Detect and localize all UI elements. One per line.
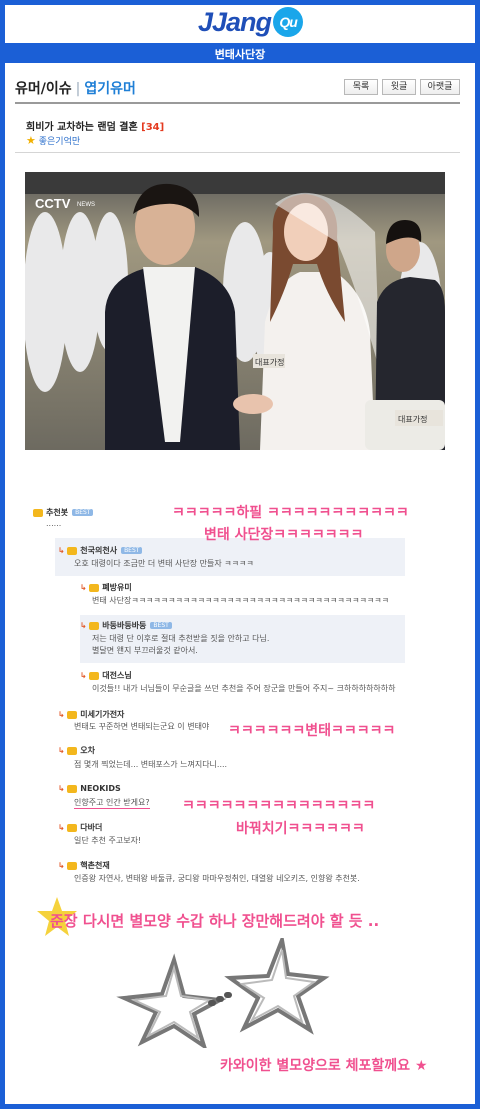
comment-text: 인향주고 인간 받게요? <box>74 798 150 809</box>
overlay-text: ㅋㅋㅋㅋㅋㅋㅋㅋㅋㅋㅋㅋㅋㅋㅋ <box>182 798 376 814</box>
overlay-text: ㅋㅋㅋㅋㅋㅋ변태ㅋㅋㅋㅋㅋ <box>228 723 396 739</box>
rank-icon <box>67 546 78 555</box>
reply-arrow-icon: ↳ <box>58 861 65 870</box>
rank-icon <box>67 823 78 832</box>
comment-item: ↳ 천국의천사 BEST <box>58 545 143 556</box>
best-badge: BEST <box>121 547 143 554</box>
list-button[interactable]: 목록 <box>344 79 378 95</box>
rank-icon <box>89 621 100 630</box>
rank-icon <box>89 671 100 680</box>
title-divider <box>15 152 460 153</box>
comment-author[interactable]: 바둥바둥바둥 <box>102 621 146 630</box>
overlay-text: 바꿔치기ㅋㅋㅋㅋㅋㅋ <box>236 821 365 837</box>
caption-handcuff: 준장 다시면 별모양 수갑 하나 장만해드려야 할 듯 .. <box>50 912 380 930</box>
comment-item: ↳ NEOKIDS <box>58 784 121 793</box>
broadcaster-logo: CCTV <box>35 196 71 211</box>
recommend-link[interactable]: ★ 좋은기억만 <box>26 134 80 147</box>
broadcaster-sub: NEWS <box>77 202 95 208</box>
comment-item: 추천봇 BEST <box>33 507 94 518</box>
logo-text: JJang <box>198 7 272 37</box>
best-badge: BEST <box>150 622 172 629</box>
comment-text: 인증왕 자연사, 변태왕 바둘큐, 궁디왕 마마우정취인, 대열왕 네오키즈, … <box>74 874 360 883</box>
rank-icon <box>67 861 78 870</box>
recommend-label: 좋은기억만 <box>38 137 81 147</box>
comment-author[interactable]: 대전스님 <box>102 671 131 680</box>
best-badge: BEST <box>72 509 94 516</box>
comment-count[interactable]: [34] <box>141 122 164 133</box>
header-divider <box>15 102 460 104</box>
comment-item: ↳ 폐방유미 <box>80 582 132 593</box>
comment-text: 변태 사단장ㅋㅋㅋㅋㅋㅋㅋㅋㅋㅋㅋㅋㅋㅋㅋㅋㅋㅋㅋㅋㅋㅋㅋㅋㅋㅋㅋㅋㅋㅋㅋㅋㅋㅋ… <box>92 596 389 605</box>
post-title-text: 희비가 교차하는 랜덤 결혼 <box>26 122 138 133</box>
comment-author[interactable]: 오차 <box>80 746 95 755</box>
photo-sign-1: 대표가정 <box>255 357 284 367</box>
comment-author[interactable]: 추천봇 <box>46 508 68 517</box>
next-post-button[interactable]: 아랫글 <box>420 79 460 95</box>
comment-item: ↳ 핵촌천재 <box>58 860 110 871</box>
comment-author[interactable]: 미세기가전자 <box>80 710 124 719</box>
comment-author[interactable]: NEOKIDS <box>80 784 121 793</box>
comment-text: 별달면 왠지 부끄러울것 같아서. <box>92 646 198 655</box>
reply-arrow-icon: ↳ <box>58 546 65 555</box>
reply-arrow-icon: ↳ <box>58 710 65 719</box>
comment-text: 이것들!! 내가 너님들이 무순글을 쓰던 추천을 주어 장군을 만들어 주지~… <box>92 684 396 693</box>
rank-icon <box>89 583 100 592</box>
rank-icon <box>67 746 78 755</box>
photo-sign-2: 대표가정 <box>398 414 427 424</box>
logo-badge: Qu <box>273 7 304 37</box>
overlay-text: ㅋㅋㅋㅋㅋ하필 ㅋㅋㅋㅋㅋㅋㅋㅋㅋㅋㅋ <box>172 505 409 521</box>
board-name-bar: 변태사단장 <box>5 43 475 63</box>
comment-item: ↳ 미세기가전자 <box>58 709 124 720</box>
reply-arrow-icon: ↳ <box>58 746 65 755</box>
comment-author[interactable]: 다바더 <box>80 823 102 832</box>
caption-arrest: 카와이한 별모양으로 체포할께요 ★ <box>220 1058 428 1074</box>
breadcrumb-category[interactable]: 엽기유머 <box>84 81 136 97</box>
rank-icon <box>33 508 43 517</box>
comment-text: 변태도 꾸준하면 변태되는군요 이 변태야 <box>74 722 210 731</box>
reply-arrow-icon: ↳ <box>58 823 65 832</box>
post-title: 희비가 교차하는 랜덤 결혼 [34] <box>26 118 164 133</box>
wedding-photo: CCTV NEWS 대표가정 대표가정 <box>25 172 445 450</box>
rank-icon <box>67 710 78 719</box>
comment-text: 일단 추천 주고보자! <box>74 836 142 845</box>
reply-arrow-icon: ↳ <box>80 621 87 630</box>
comment-text: 오호 대령이다 조금만 더 변태 사단장 만들자 ㅋㅋㅋㅋ <box>74 559 254 568</box>
site-header: JJang Qu <box>5 5 475 43</box>
comment-author[interactable]: 천국의천사 <box>80 546 117 555</box>
comment-text: 저는 대령 단 이후로 절대 추천받을 짓을 안하고 다님. <box>92 634 270 643</box>
wedding-photo-scene: CCTV NEWS 대표가정 대표가정 <box>25 172 445 450</box>
comment-item: ↳ 다바더 <box>58 822 102 833</box>
reply-arrow-icon: ↳ <box>80 583 87 592</box>
overlay-text: 변태 사단장ㅋㅋㅋㅋㅋㅋㅋ <box>204 527 364 543</box>
comment-item: ↳ 바둥바둥바둥 BEST <box>80 620 172 631</box>
comment-author[interactable]: 핵촌천재 <box>80 861 109 870</box>
site-logo[interactable]: JJang Qu <box>198 7 304 38</box>
prev-post-button[interactable]: 윗글 <box>382 79 416 95</box>
star-icon: ★ <box>26 134 36 147</box>
breadcrumb-section[interactable]: 유머/이슈 <box>15 81 72 97</box>
comment-item: ↳ 대전스님 <box>80 670 132 681</box>
star-handcuffs-icon <box>116 938 330 1048</box>
breadcrumb-separator: | <box>75 81 81 97</box>
comment-author[interactable]: 폐방유미 <box>102 583 131 592</box>
comment-text: ...... <box>46 519 62 528</box>
comment-item: ↳ 오차 <box>58 745 95 756</box>
comment-text: 점 몇개 찍었는데... 변태포스가 느껴지다니.... <box>74 760 228 769</box>
breadcrumb: 유머/이슈 | 엽기유머 <box>15 78 136 98</box>
reply-arrow-icon: ↳ <box>58 784 65 793</box>
rank-icon <box>67 784 78 793</box>
reply-arrow-icon: ↳ <box>80 671 87 680</box>
board-name: 변태사단장 <box>214 48 266 61</box>
